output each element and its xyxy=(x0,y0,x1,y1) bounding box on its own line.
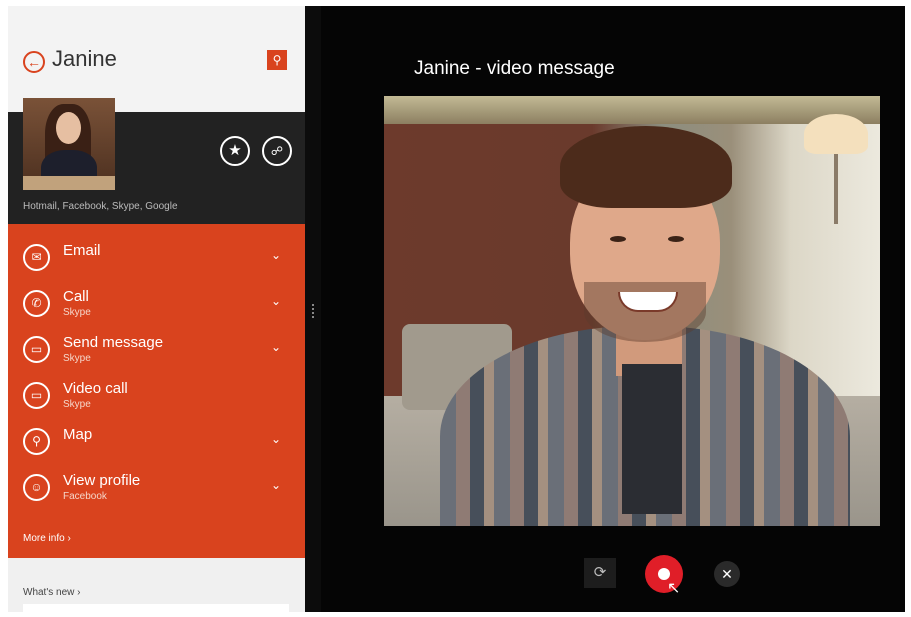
action-video-call[interactable]: ▭ Video call Skype xyxy=(8,376,305,420)
switch-camera-icon[interactable]: ⟳ xyxy=(584,558,616,588)
search-icon[interactable]: ⚲ xyxy=(267,50,287,70)
video-title: Janine - video message xyxy=(414,58,615,79)
video-message-pane: Janine - video message ⟳ ↖ ✕ xyxy=(321,6,905,612)
contact-name: Janine xyxy=(52,46,117,71)
more-info-link[interactable]: More info › xyxy=(23,533,71,544)
favorite-star-icon[interactable]: ★ xyxy=(220,136,250,166)
contact-header: ← Janine ⚲ xyxy=(8,6,305,112)
linked-accounts: Hotmail, Facebook, Skype, Google xyxy=(23,201,178,212)
t-shirt xyxy=(622,364,682,514)
chevron-down-icon[interactable]: ⌄ xyxy=(271,294,281,308)
lamp xyxy=(804,114,868,154)
action-view-profile[interactable]: ☺ View profile Facebook ⌄ xyxy=(8,468,305,512)
camera-preview xyxy=(384,96,880,526)
profile-band: ★ ☍ Hotmail, Facebook, Skype, Google xyxy=(8,98,305,224)
video-controls: ⟳ ↖ ✕ xyxy=(321,555,905,598)
action-email[interactable]: ✉ Email ⌄ xyxy=(8,238,305,282)
phone-icon: ✆ xyxy=(23,290,50,317)
lamp-pole xyxy=(834,154,838,224)
contact-pane: ← Janine ⚲ ★ ☍ Hotmail, Facebook, Skype,… xyxy=(8,6,305,612)
action-sublabel: Skype xyxy=(63,307,91,318)
hair xyxy=(560,126,732,208)
right-eye xyxy=(668,236,684,242)
left-eye xyxy=(610,236,626,242)
action-sublabel: Skype xyxy=(63,399,91,410)
action-send-message[interactable]: ▭ Send message Skype ⌄ xyxy=(8,330,305,374)
action-call[interactable]: ✆ Call Skype ⌄ xyxy=(8,284,305,328)
chevron-down-icon[interactable]: ⌄ xyxy=(271,432,281,446)
message-icon: ▭ xyxy=(23,336,50,363)
avatar xyxy=(23,98,115,190)
app-window: ← Janine ⚲ ★ ☍ Hotmail, Facebook, Skype,… xyxy=(8,6,905,612)
whats-new-card xyxy=(23,604,289,612)
whats-new-section: What's new › xyxy=(8,558,305,612)
action-label: Email xyxy=(63,242,101,259)
action-label: Send message xyxy=(63,334,164,351)
chevron-down-icon[interactable]: ⌄ xyxy=(271,340,281,354)
email-icon: ✉ xyxy=(23,244,50,271)
profile-card-icon: ☺ xyxy=(23,474,50,501)
action-map[interactable]: ⚲ Map ⌄ xyxy=(8,422,305,466)
drag-handle-icon xyxy=(312,304,316,318)
room-ceiling xyxy=(384,96,880,124)
pane-splitter[interactable] xyxy=(305,6,321,612)
action-label: Call xyxy=(63,288,89,305)
action-label: Map xyxy=(63,426,93,443)
action-label: Video call xyxy=(63,380,128,397)
avatar-face xyxy=(56,112,81,144)
back-arrow-icon[interactable]: ← xyxy=(23,51,45,73)
chevron-down-icon[interactable]: ⌄ xyxy=(271,248,281,262)
video-call-icon: ▭ xyxy=(23,382,50,409)
contact-actions: ✉ Email ⌄ ✆ Call Skype ⌄ ▭ Send message … xyxy=(8,224,305,558)
whats-new-link[interactable]: What's new › xyxy=(23,587,80,598)
action-sublabel: Facebook xyxy=(63,491,107,502)
action-label: View profile xyxy=(63,472,141,489)
link-contacts-icon[interactable]: ☍ xyxy=(262,136,292,166)
beard xyxy=(584,282,706,342)
action-sublabel: Skype xyxy=(63,353,91,364)
avatar-table xyxy=(23,176,115,190)
map-pin-icon: ⚲ xyxy=(23,428,50,455)
mouse-cursor-icon: ↖ xyxy=(667,580,681,597)
chevron-down-icon[interactable]: ⌄ xyxy=(271,478,281,492)
close-icon[interactable]: ✕ xyxy=(714,561,740,587)
